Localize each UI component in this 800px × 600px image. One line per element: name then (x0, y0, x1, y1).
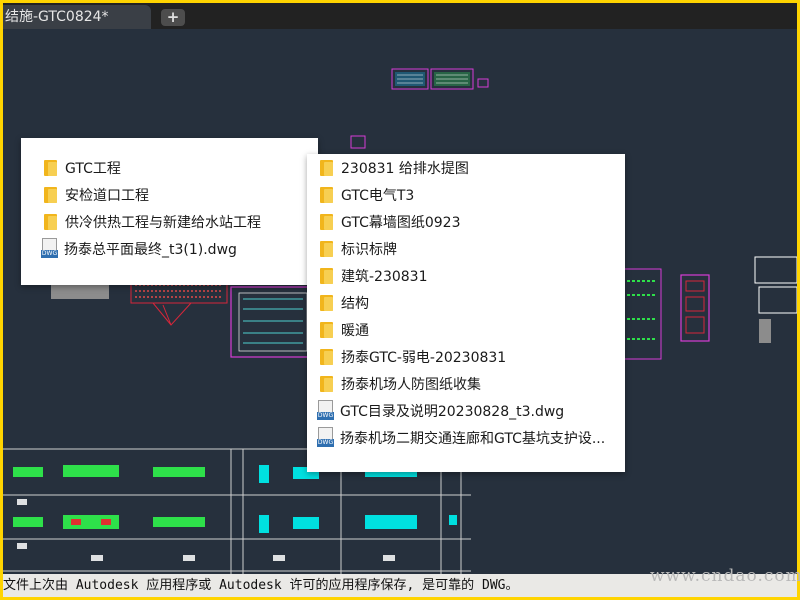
dwg-file-icon (317, 427, 334, 449)
menu-item-label: 230831 给排水提图 (341, 161, 469, 177)
folder-icon (320, 268, 333, 284)
drawing-left (51, 278, 312, 358)
document-tab[interactable]: 结施-GTC0824* (3, 5, 151, 29)
folder-icon (320, 349, 333, 365)
new-tab-button[interactable]: + (161, 9, 185, 26)
menu-item-low-voltage[interactable]: 扬泰GTC-弱电-20230831 (307, 344, 506, 370)
folder-icon (320, 214, 333, 230)
menu-item-label: 扬泰机场二期交通连廊和GTC基坑支护设... (340, 431, 606, 447)
folder-popup-menu-left: GTC工程 安检道口工程 供冷供热工程与新建给水站工程 扬泰总平面最终_t3(1… (21, 138, 318, 285)
menu-item-water-drainage[interactable]: 230831 给排水提图 (307, 155, 469, 181)
menu-item-cooling-heating[interactable]: 供冷供热工程与新建给水站工程 (21, 209, 261, 235)
dwg-file-icon (317, 400, 334, 422)
menu-item-architecture[interactable]: 建筑-230831 (307, 263, 428, 289)
drawing-right (622, 256, 797, 360)
menu-item-label: GTC幕墙图纸0923 (341, 215, 461, 231)
menu-item-label: 扬泰GTC-弱电-20230831 (341, 350, 507, 366)
menu-item-hvac[interactable]: 暖通 (307, 317, 369, 343)
tab-bar: 结施-GTC0824* + (3, 3, 797, 29)
folder-icon (44, 187, 57, 203)
menu-item-gtc-project[interactable]: GTC工程 (21, 155, 121, 181)
menu-item-civil-defense[interactable]: 扬泰机场人防图纸收集 (307, 371, 481, 397)
drawing-thumb-top (350, 68, 489, 149)
menu-item-label: 结构 (341, 296, 369, 312)
menu-item-catalog-dwg[interactable]: GTC目录及说明20230828_t3.dwg (307, 398, 564, 424)
menu-item-label: 标识标牌 (341, 242, 397, 258)
menu-item-label: 建筑-230831 (341, 269, 428, 285)
menu-item-label: GTC工程 (65, 161, 121, 177)
menu-item-label: 扬泰机场人防图纸收集 (341, 377, 481, 393)
menu-item-site-plan-dwg[interactable]: 扬泰总平面最终_t3(1).dwg (21, 236, 237, 262)
menu-item-corridor-dwg[interactable]: 扬泰机场二期交通连廊和GTC基坑支护设... (307, 425, 625, 451)
folder-icon (320, 187, 333, 203)
folder-icon (320, 241, 333, 257)
menu-item-curtain-wall[interactable]: GTC幕墙图纸0923 (307, 209, 461, 235)
watermark: www.cndao.com (650, 566, 800, 586)
menu-item-electrical[interactable]: GTC电气T3 (307, 182, 414, 208)
menu-item-label: 安检道口工程 (65, 188, 149, 204)
menu-item-label: 供冷供热工程与新建给水站工程 (65, 215, 261, 231)
folder-icon (320, 322, 333, 338)
dwg-file-icon (41, 238, 58, 260)
menu-item-label: GTC电气T3 (341, 188, 415, 204)
menu-item-label: 暖通 (341, 323, 369, 339)
folder-icon (44, 214, 57, 230)
menu-item-structure[interactable]: 结构 (307, 290, 369, 316)
menu-item-signage[interactable]: 标识标牌 (307, 236, 397, 262)
folder-icon (44, 160, 57, 176)
folder-popup-menu-right: 230831 给排水提图 GTC电气T3 GTC幕墙图纸0923 标识标牌 建筑… (307, 154, 625, 472)
menu-item-label: 扬泰总平面最终_t3(1).dwg (64, 242, 237, 258)
folder-icon (320, 295, 333, 311)
folder-icon (320, 160, 333, 176)
menu-item-label: GTC目录及说明20230828_t3.dwg (340, 404, 565, 420)
folder-icon (320, 376, 333, 392)
menu-item-security-checkpoint[interactable]: 安检道口工程 (21, 182, 149, 208)
